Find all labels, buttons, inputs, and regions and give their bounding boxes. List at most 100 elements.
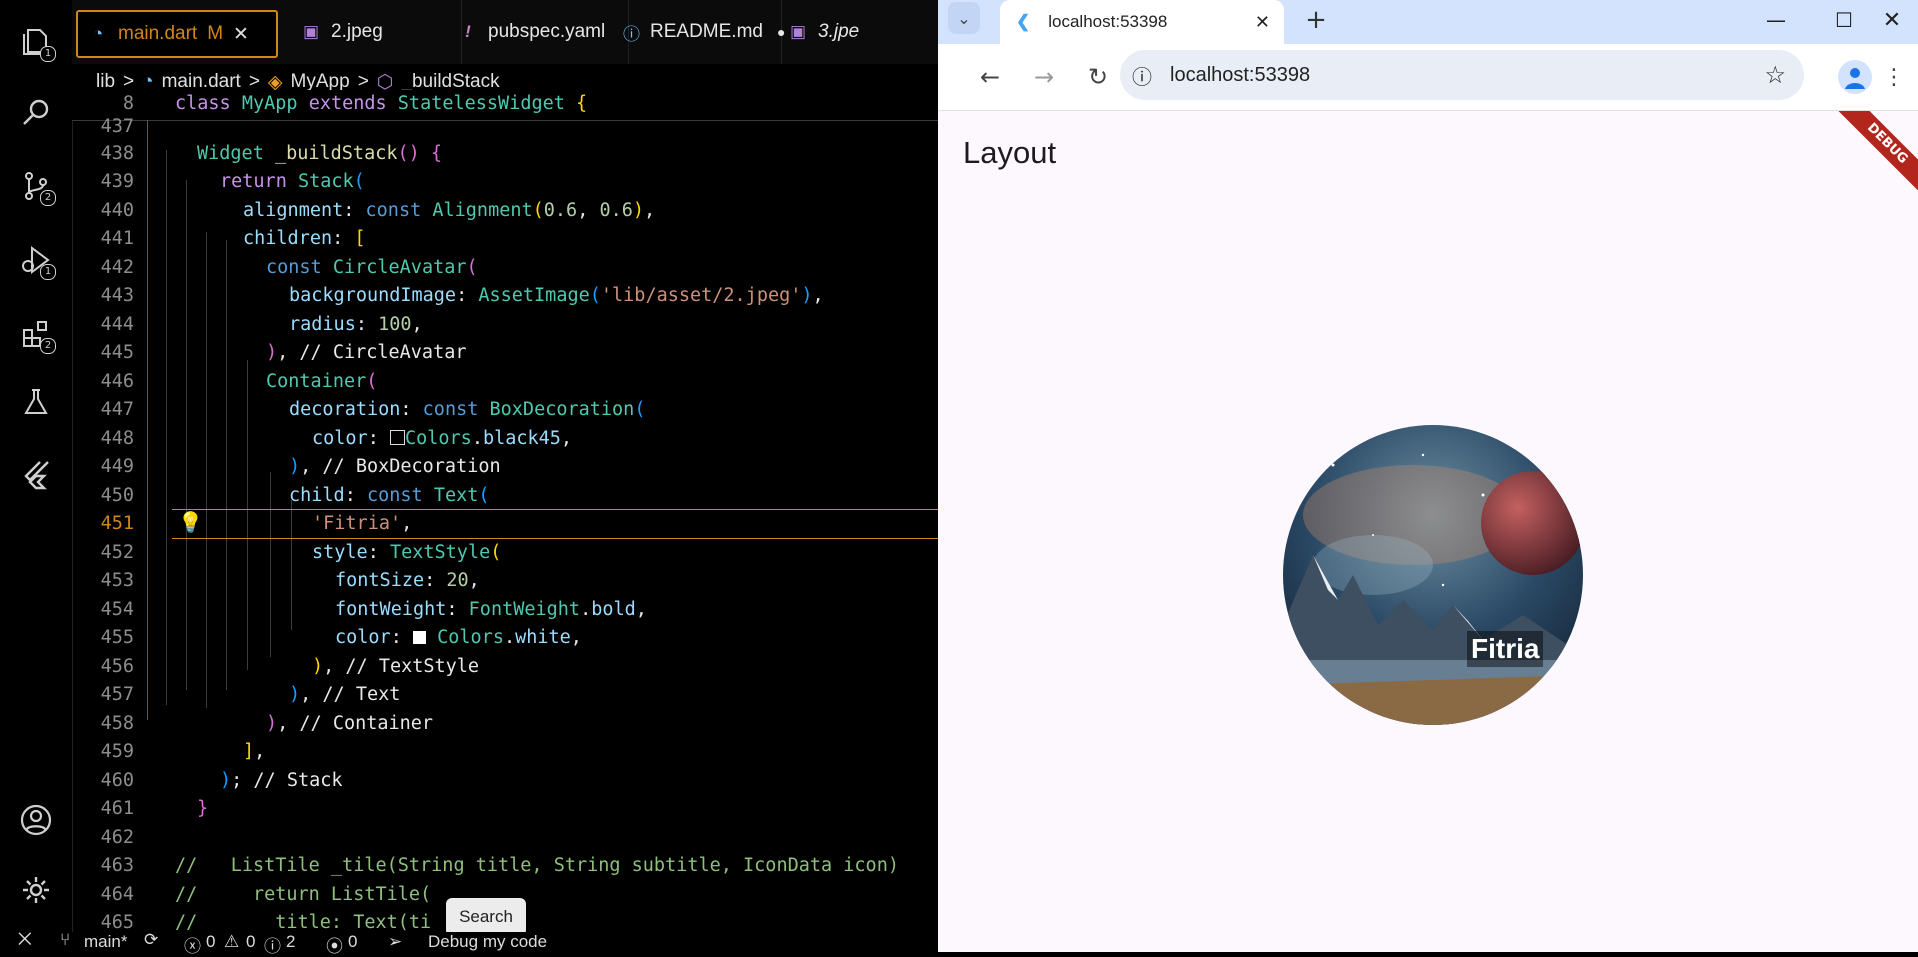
line-number: 463	[100, 855, 134, 876]
code-line: child: const Text(	[289, 485, 490, 506]
remote-icon[interactable]: ⨉	[18, 930, 32, 950]
run-debug-badge: 1	[40, 264, 56, 280]
code-line: fontSize: 20,	[335, 570, 480, 591]
avatar-name-label: Fitria	[1467, 631, 1544, 667]
code-line: return Stack(	[220, 171, 365, 192]
circle-avatar-image	[1283, 425, 1583, 725]
info-icon[interactable]: ⓘ	[264, 932, 281, 957]
extensions-icon[interactable]: 2	[14, 312, 58, 356]
debug-banner: DEBUG	[1826, 111, 1918, 205]
source-control-badge: 2	[40, 190, 56, 206]
forward-icon[interactable]: →	[1024, 57, 1064, 97]
line-number: 459	[100, 741, 134, 762]
code-line: alignment: const Alignment(0.6, 0.6),	[243, 200, 656, 221]
line-number: 443	[100, 285, 134, 306]
debug-config[interactable]: Debug my code	[428, 932, 547, 952]
line-number: 439	[100, 171, 134, 192]
flutter-favicon: ❮	[1016, 12, 1031, 31]
account-icon[interactable]	[14, 798, 58, 842]
back-icon[interactable]: ←	[970, 57, 1010, 97]
code-line: Widget _buildStack() {	[197, 143, 443, 164]
line-number: 438	[100, 143, 134, 164]
code-line: ), // TextStyle	[312, 656, 480, 677]
tab-search-icon[interactable]: ⌄	[948, 2, 980, 34]
line-number: 454	[100, 599, 134, 620]
code-line: const CircleAvatar(	[266, 257, 478, 278]
address-bar[interactable]: ⓘ localhost:53398 ☆	[1120, 50, 1804, 100]
line-number: 437	[100, 116, 134, 137]
testing-icon[interactable]	[14, 380, 58, 424]
maximize-icon[interactable]: ☐	[1824, 0, 1864, 40]
close-window-icon[interactable]: ✕	[1872, 0, 1912, 40]
sync-icon[interactable]: ⟳	[144, 930, 158, 950]
debug-run-icon[interactable]: ➢	[388, 932, 402, 952]
line-number: 453	[100, 570, 134, 591]
code-line: // return ListTile(	[175, 884, 432, 905]
line-number: 448	[100, 428, 134, 449]
lightbulb-icon[interactable]: 💡	[178, 510, 203, 534]
code-line: Container(	[266, 371, 378, 392]
line-number: 445	[100, 342, 134, 363]
source-control-icon[interactable]: 2	[14, 164, 58, 208]
browser-window: ⌄ ❮ localhost:53398 ✕ + — ☐ ✕ ← → ↻ ⓘ lo…	[938, 0, 1918, 952]
profile-avatar-icon[interactable]	[1838, 60, 1872, 94]
code-line: }	[197, 798, 209, 819]
code-line: ), // BoxDecoration	[289, 456, 501, 477]
ports-icon[interactable]: ⦿	[326, 932, 343, 957]
line-number: 450	[100, 485, 134, 506]
warning-icon[interactable]: ⚠	[224, 932, 239, 952]
status-bar: ⨉ ⑂ main* ⟳ ⓧ 0 ⚠ 0 ⓘ 2 ⦿ 0 ➢ Debug my c…	[0, 930, 938, 956]
minimize-icon[interactable]: —	[1756, 0, 1796, 40]
info-count: 2	[286, 932, 296, 951]
site-info-icon[interactable]: ⓘ	[1132, 61, 1152, 90]
branch-icon[interactable]: ⑂	[60, 930, 70, 950]
line-number: 457	[100, 684, 134, 705]
url-text[interactable]: localhost:53398	[1170, 64, 1310, 87]
explorer-badge: 1	[40, 46, 56, 62]
more-menu-icon[interactable]: ⋮	[1874, 57, 1914, 97]
search-icon[interactable]	[14, 90, 58, 134]
settings-gear-icon[interactable]	[14, 868, 58, 912]
flutter-icon[interactable]	[14, 452, 58, 496]
line-number: 442	[100, 257, 134, 278]
code-line: backgroundImage: AssetImage('lib/asset/2…	[289, 285, 824, 306]
branch-name[interactable]: main*	[84, 932, 127, 952]
browser-tab-title: localhost:53398	[1048, 12, 1168, 31]
code-line: ), // Text	[289, 684, 401, 705]
line-number-active: 451	[100, 513, 134, 534]
app-bar-title: Layout	[963, 135, 1057, 170]
run-debug-icon[interactable]: 1	[14, 238, 58, 282]
code-line: // ListTile _tile(String title, String s…	[175, 855, 899, 876]
browser-toolbar: ← → ↻ ⓘ localhost:53398 ☆ ⋮	[938, 44, 1918, 111]
new-tab-icon[interactable]: +	[1296, 0, 1336, 40]
browser-tab[interactable]: ❮ localhost:53398 ✕	[1000, 0, 1284, 44]
line-number: 452	[100, 542, 134, 563]
extensions-badge: 2	[40, 338, 56, 354]
line-number: 441	[100, 228, 134, 249]
code-line: color: Colors.black45,	[312, 428, 573, 449]
warning-count: 0	[246, 932, 256, 951]
line-number: 456	[100, 656, 134, 677]
line-number: 447	[100, 399, 134, 420]
activity-bar: 1 2 1 2	[0, 0, 73, 952]
code-line: ), // Container	[266, 713, 434, 734]
flutter-app-page: Layout DEBUG Fitria	[938, 111, 1918, 952]
reload-icon[interactable]: ↻	[1078, 57, 1118, 97]
line-number: 460	[100, 770, 134, 791]
error-icon[interactable]: ⓧ	[184, 932, 201, 957]
line-number: 449	[100, 456, 134, 477]
error-count: 0	[206, 932, 216, 951]
bookmark-star-icon[interactable]: ☆	[1764, 61, 1786, 90]
explorer-icon[interactable]: 1	[14, 20, 58, 64]
line-number: 440	[100, 200, 134, 221]
code-line: children: [	[243, 228, 366, 249]
close-tab-icon[interactable]: ✕	[1255, 12, 1270, 33]
line-number: 446	[100, 371, 134, 392]
code-line: ), // CircleAvatar	[266, 342, 467, 363]
code-line: 'Fitria',	[312, 513, 413, 534]
line-number: 465	[100, 912, 134, 933]
line-number: 458	[100, 713, 134, 734]
code-line: radius: 100,	[289, 314, 423, 335]
code-line: color: Colors.white,	[335, 627, 582, 648]
search-tooltip: Search	[446, 898, 526, 936]
